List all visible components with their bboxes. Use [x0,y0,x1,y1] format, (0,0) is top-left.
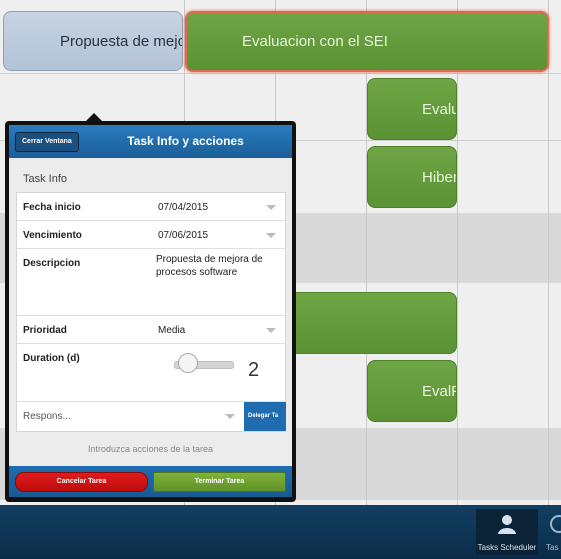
responsible-select[interactable]: Respons... [23,411,71,422]
due-date-row[interactable]: Vencimiento 07/06/2015 [17,221,285,249]
gantt-task-label: Evaluacion con el SEI [242,33,388,50]
due-date-value[interactable]: 07/06/2015 [158,230,208,241]
user-icon [498,515,516,534]
gantt-task-label: Hiber [422,168,457,186]
chevron-down-icon [225,414,235,419]
duration-value: 2 [248,359,260,381]
cancel-task-button[interactable]: Cancelar Tarea [15,472,148,492]
tab-label: Tasks Scheduler [477,543,537,552]
task-info-form: Fecha inicio 07/04/2015 Vencimiento 07/0… [16,192,286,432]
gantt-task-label: Propuesta de mejo [60,32,183,50]
gantt-task-propuesta[interactable]: Propuesta de mejo [3,11,183,71]
priority-label: Prioridad [23,325,67,336]
popup-header: Task Info y acciones Cerrar Ventana [9,125,292,158]
gantt-task-bar[interactable] [280,292,457,354]
gantt-task-hiber[interactable]: Hiber [367,146,457,208]
responsible-row: Respons... Delegar Ta [17,402,286,431]
popup-footer: Cancelar Tarea Terminar Tarea [9,466,292,497]
start-date-label: Fecha inicio [23,202,81,213]
task-info-popup: Task Info y acciones Cerrar Ventana Task… [5,121,296,502]
section-header: Task Info [23,173,68,185]
priority-row[interactable]: Prioridad Media [17,316,285,344]
gantt-column-line [548,0,549,505]
clock-icon [550,515,561,533]
duration-row: Duration (d) 2 [17,344,285,402]
tab-tasks-scheduler[interactable]: Tasks Scheduler [476,509,538,555]
gantt-column-line [366,0,367,505]
start-date-row[interactable]: Fecha inicio 07/04/2015 [17,193,285,221]
gantt-task-evalf[interactable]: EvalF [367,360,457,422]
chevron-down-icon [266,205,276,210]
gantt-task-evaluacion-sei[interactable]: Evaluacion con el SEI [185,11,549,72]
gantt-row-line [0,73,561,74]
tab-label: Tas [546,543,559,552]
tab-next[interactable]: Tas [543,509,561,555]
gantt-column-line [457,0,458,505]
priority-select[interactable]: Media [158,325,185,336]
delegate-task-button[interactable]: Delegar Ta [244,402,286,431]
start-date-value[interactable]: 07/04/2015 [158,202,208,213]
chevron-down-icon [266,328,276,333]
chevron-down-icon [266,233,276,238]
due-date-label: Vencimiento [23,230,82,241]
gantt-task-label: Evalu [422,100,457,118]
close-window-button[interactable]: Cerrar Ventana [15,132,79,152]
duration-slider-handle[interactable] [178,353,198,373]
actions-hint: Introduzca acciones de la tarea [87,444,214,454]
description-textarea[interactable]: Propuesta de mejora de procesos software [156,253,282,313]
description-row: Descripcion Propuesta de mejora de proce… [17,249,285,316]
duration-label: Duration (d) [23,353,80,364]
gantt-task-label: EvalF [422,382,457,400]
gantt-task-evalu[interactable]: Evalu [367,78,457,140]
finish-task-button[interactable]: Terminar Tarea [153,472,286,492]
popup-body: Task Info Fecha inicio 07/04/2015 Vencim… [9,158,292,466]
description-label: Descripcion [23,258,81,269]
